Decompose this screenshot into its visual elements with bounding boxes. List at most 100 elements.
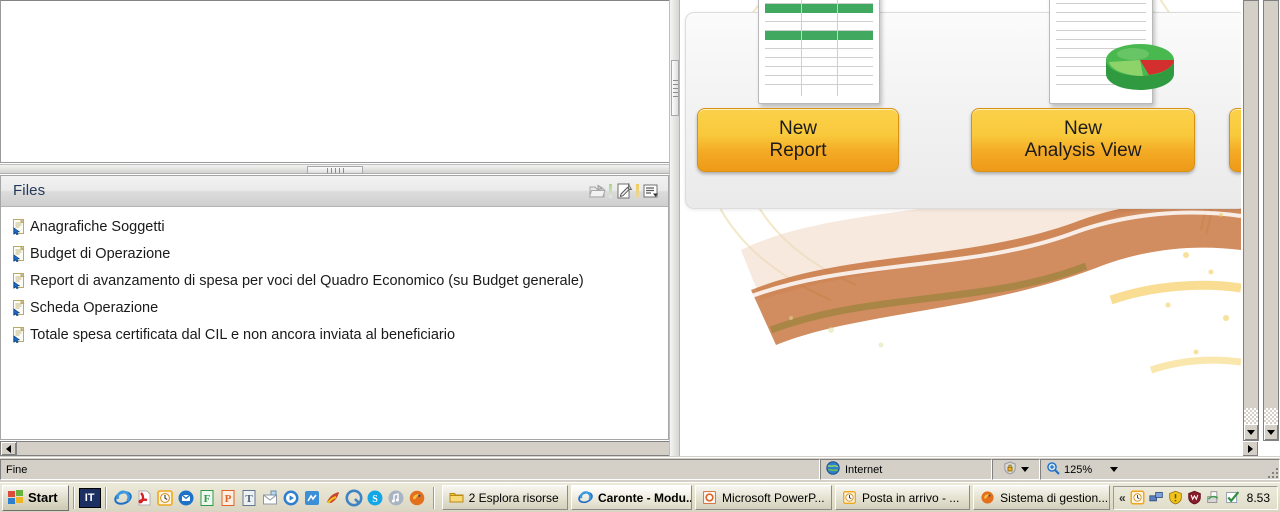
spreadsheet-green-icon [758,0,880,104]
taskbar-window-buttons: 2 Esplora risorse Caronte - Modu... Micr… [439,485,1113,510]
zoom-caret-icon[interactable] [1110,467,1119,472]
tile-new-analysis-view: New Analysis View [971,0,1195,172]
word-icon[interactable]: T [240,489,258,507]
outlook-clock-icon[interactable] [156,489,174,507]
list-item[interactable]: Anagrafiche Soggetti [1,213,668,240]
svg-text:P: P [224,493,231,505]
internet-explorer-icon[interactable] [113,489,132,507]
language-bar[interactable]: IT [78,487,101,508]
taskbar-divider-2 [104,486,107,509]
list-item[interactable]: Scheda Operazione [1,294,668,321]
document-shortcut-icon [12,244,27,262]
vertical-splitter[interactable] [669,0,680,456]
scroll-left-button[interactable] [1,442,17,455]
task-button-caronte[interactable]: Caronte - Modu... [570,485,693,510]
page-scroll-down-button[interactable] [1264,424,1278,440]
frontpage-icon[interactable]: F [198,489,216,507]
start-button[interactable]: Start [2,484,69,511]
protected-mode-caret-icon[interactable] [1021,467,1029,472]
splitter-grip[interactable] [307,166,363,174]
acrobat-reader-icon[interactable] [135,489,153,507]
horizontal-scrollbar[interactable] [0,441,669,456]
svg-text:T: T [245,493,253,505]
tile-third-action [1229,108,1241,172]
globe-icon [826,461,840,478]
clock-icon[interactable] [1130,490,1145,505]
task-label: Caronte - Modu... [597,490,693,505]
task-label: Sistema di gestion... [1000,490,1109,505]
mail-icon[interactable] [261,489,279,507]
task-button-esplora-risorse[interactable]: 2 Esplora risorse [441,485,568,510]
task-label: 2 Esplora risorse [468,490,559,505]
warning-shield-icon[interactable] [1168,490,1183,505]
sync-icon[interactable] [1206,490,1221,505]
media-player-icon[interactable] [282,489,300,507]
antivirus-shield-icon[interactable] [1187,490,1202,505]
firefox-icon[interactable] [408,489,426,507]
scroll-track[interactable] [17,442,669,455]
horizontal-splitter[interactable] [0,164,669,174]
task-button-powerpoint[interactable]: Microsoft PowerP... [695,485,832,510]
edit-page-icon[interactable] [614,181,634,201]
task-button-posta-in-arrivo[interactable]: Posta in arrivo - ... [834,485,971,510]
itunes-icon[interactable] [387,489,405,507]
powerpoint-icon[interactable]: P [219,489,237,507]
toolbar-separator-1 [609,184,612,198]
screen: Files Anagrafiche Soggetti Budget di Ope… [0,0,1280,512]
quicktime-icon[interactable] [345,489,363,507]
svg-text:F: F [203,493,210,505]
document-shortcut-icon [12,271,27,289]
tray-clock[interactable]: 8.53 [1247,491,1270,505]
new-analysis-view-button[interactable]: New Analysis View [971,108,1195,172]
file-name: Anagrafiche Soggetti [30,218,165,235]
new-report-line1: New [778,118,817,139]
inner-scroll-down-button[interactable] [1244,424,1258,440]
list-item[interactable]: Report di avanzamento di spesa per voci … [1,267,668,294]
taskbar-divider-3 [432,486,435,509]
magnifier-plus-icon [1046,461,1060,478]
list-item[interactable]: Totale spesa certificata dal CIL e non a… [1,321,668,348]
windows-taskbar: Start IT F P T S 2 Esplora risorse Caron… [0,482,1280,512]
document-shortcut-icon [12,325,27,343]
protected-mode[interactable] [992,459,1040,480]
task-button-sistema-di-gestione[interactable]: Sistema di gestion... [973,485,1110,510]
folder-icon [449,490,464,505]
page-vertical-scrollbar[interactable] [1263,0,1279,441]
task-label: Microsoft PowerP... [722,490,825,505]
left-column: Files Anagrafiche Soggetti Budget di Ope… [0,0,670,456]
inner-frame-vertical-scrollbar[interactable] [1243,0,1259,441]
files-panel-header: Files [1,176,668,207]
list-item[interactable]: Budget di Operazione [1,240,668,267]
scroll-right-button[interactable] [1242,441,1258,456]
properties-list-icon[interactable] [641,181,661,201]
resize-grip[interactable] [1264,464,1278,478]
files-panel-title: Files [13,182,46,199]
ccleaner-icon[interactable] [324,489,342,507]
file-name: Report di avanzamento di spesa per voci … [30,272,584,289]
files-list: Anagrafiche Soggetti Budget di Operazion… [1,207,668,348]
network-icon[interactable] [1149,490,1164,505]
open-folder-icon[interactable] [587,181,607,201]
taskbar-divider-1 [72,486,75,509]
network-app-icon[interactable] [303,489,321,507]
inner-scroll-track[interactable] [1244,1,1258,408]
vertical-splitter-grip[interactable] [671,60,679,116]
document-shortcut-icon [12,298,27,316]
new-analysis-line2: Analysis View [1024,140,1142,161]
outlook-icon[interactable] [177,489,195,507]
zoom-control[interactable]: 125% [1040,459,1280,480]
page-scroll-track[interactable] [1264,1,1278,408]
security-zone[interactable]: Internet [820,459,992,480]
internet-explorer-icon [578,490,593,505]
file-name: Budget di Operazione [30,245,171,262]
checkmark-icon[interactable] [1225,490,1240,505]
third-action-button[interactable] [1229,108,1241,172]
toolbar-separator-2 [636,184,639,198]
upper-content-pane [0,0,670,163]
tray-expand-icon[interactable]: « [1119,491,1126,505]
skype-icon[interactable]: S [366,489,384,507]
new-report-button[interactable]: New Report [697,108,899,172]
analysis-document-art [1048,0,1174,104]
file-name: Totale spesa certificata dal CIL e non a… [30,326,456,343]
svg-text:S: S [372,494,378,505]
